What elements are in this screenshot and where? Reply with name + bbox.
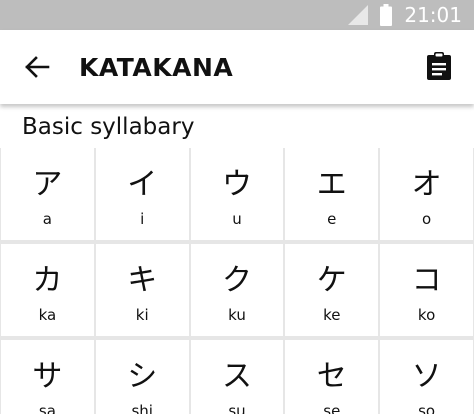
kana-character: イ bbox=[127, 167, 158, 202]
kana-cell[interactable]: キ ki bbox=[95, 244, 189, 336]
kana-romaji: ku bbox=[228, 306, 246, 324]
kana-romaji: ko bbox=[417, 306, 436, 324]
kana-cell[interactable]: シ shi bbox=[95, 340, 189, 414]
kana-character: ク bbox=[221, 263, 252, 298]
kana-romaji: o bbox=[422, 210, 432, 228]
kana-cell[interactable]: セ se bbox=[285, 340, 379, 414]
section-title: Basic syllabary bbox=[0, 104, 474, 148]
kana-cell[interactable]: カ ka bbox=[1, 244, 94, 336]
kana-romaji: ke bbox=[323, 306, 341, 324]
kana-cell[interactable]: コ ko bbox=[380, 244, 473, 336]
kana-character: コ bbox=[411, 263, 442, 298]
status-time: 21:01 bbox=[404, 3, 462, 27]
kana-romaji: e bbox=[327, 210, 337, 228]
kana-character: ウ bbox=[221, 167, 252, 202]
kana-romaji: su bbox=[228, 402, 246, 414]
kana-cell[interactable]: エe bbox=[285, 148, 379, 240]
kana-cell[interactable]: ウu bbox=[190, 148, 284, 240]
kana-character: セ bbox=[316, 359, 347, 394]
signal-icon bbox=[348, 5, 369, 25]
kana-cell[interactable]: サ sa bbox=[1, 340, 94, 414]
kana-cell[interactable]: イi bbox=[95, 148, 189, 240]
clipboard-icon bbox=[427, 52, 451, 80]
status-bar: 21:01 bbox=[0, 0, 474, 30]
app-bar: KATAKANA bbox=[0, 30, 474, 104]
kana-character: ス bbox=[221, 359, 252, 394]
kana-romaji: sa bbox=[38, 402, 56, 414]
kana-romaji: a bbox=[42, 210, 52, 228]
kana-character: ア bbox=[32, 167, 63, 202]
kana-character: サ bbox=[32, 359, 63, 394]
kana-character: ケ bbox=[316, 263, 347, 298]
kana-cell[interactable]: ケ ke bbox=[285, 244, 379, 336]
kana-character: ソ bbox=[411, 359, 442, 394]
kana-cell[interactable]: ス su bbox=[190, 340, 284, 414]
page-title: KATAKANA bbox=[79, 53, 234, 82]
kana-romaji: i bbox=[140, 210, 145, 228]
kana-romaji: so bbox=[418, 402, 436, 414]
kana-character: キ bbox=[127, 263, 158, 298]
kana-character: カ bbox=[32, 263, 63, 298]
battery-icon bbox=[380, 4, 393, 26]
arrow-back-icon bbox=[25, 56, 50, 78]
kana-romaji: ki bbox=[135, 306, 149, 324]
kana-romaji: ka bbox=[38, 306, 57, 324]
kana-cell[interactable]: アa bbox=[1, 148, 94, 240]
kana-romaji: se bbox=[323, 402, 341, 414]
kana-cell[interactable]: ソ so bbox=[380, 340, 473, 414]
kana-character: エ bbox=[316, 167, 347, 202]
kana-cell[interactable]: オo bbox=[380, 148, 473, 240]
clipboard-button[interactable] bbox=[424, 50, 454, 82]
kana-grid: アa イi ウu エe オo カ ka キ ki ク ku ケ ke コ ko サ sa シ… bbox=[0, 148, 474, 414]
kana-character: オ bbox=[411, 167, 442, 202]
kana-character: シ bbox=[127, 359, 158, 394]
back-button[interactable] bbox=[22, 52, 52, 82]
kana-romaji: u bbox=[232, 210, 242, 228]
kana-cell[interactable]: ク ku bbox=[190, 244, 284, 336]
kana-romaji: shi bbox=[131, 402, 153, 414]
